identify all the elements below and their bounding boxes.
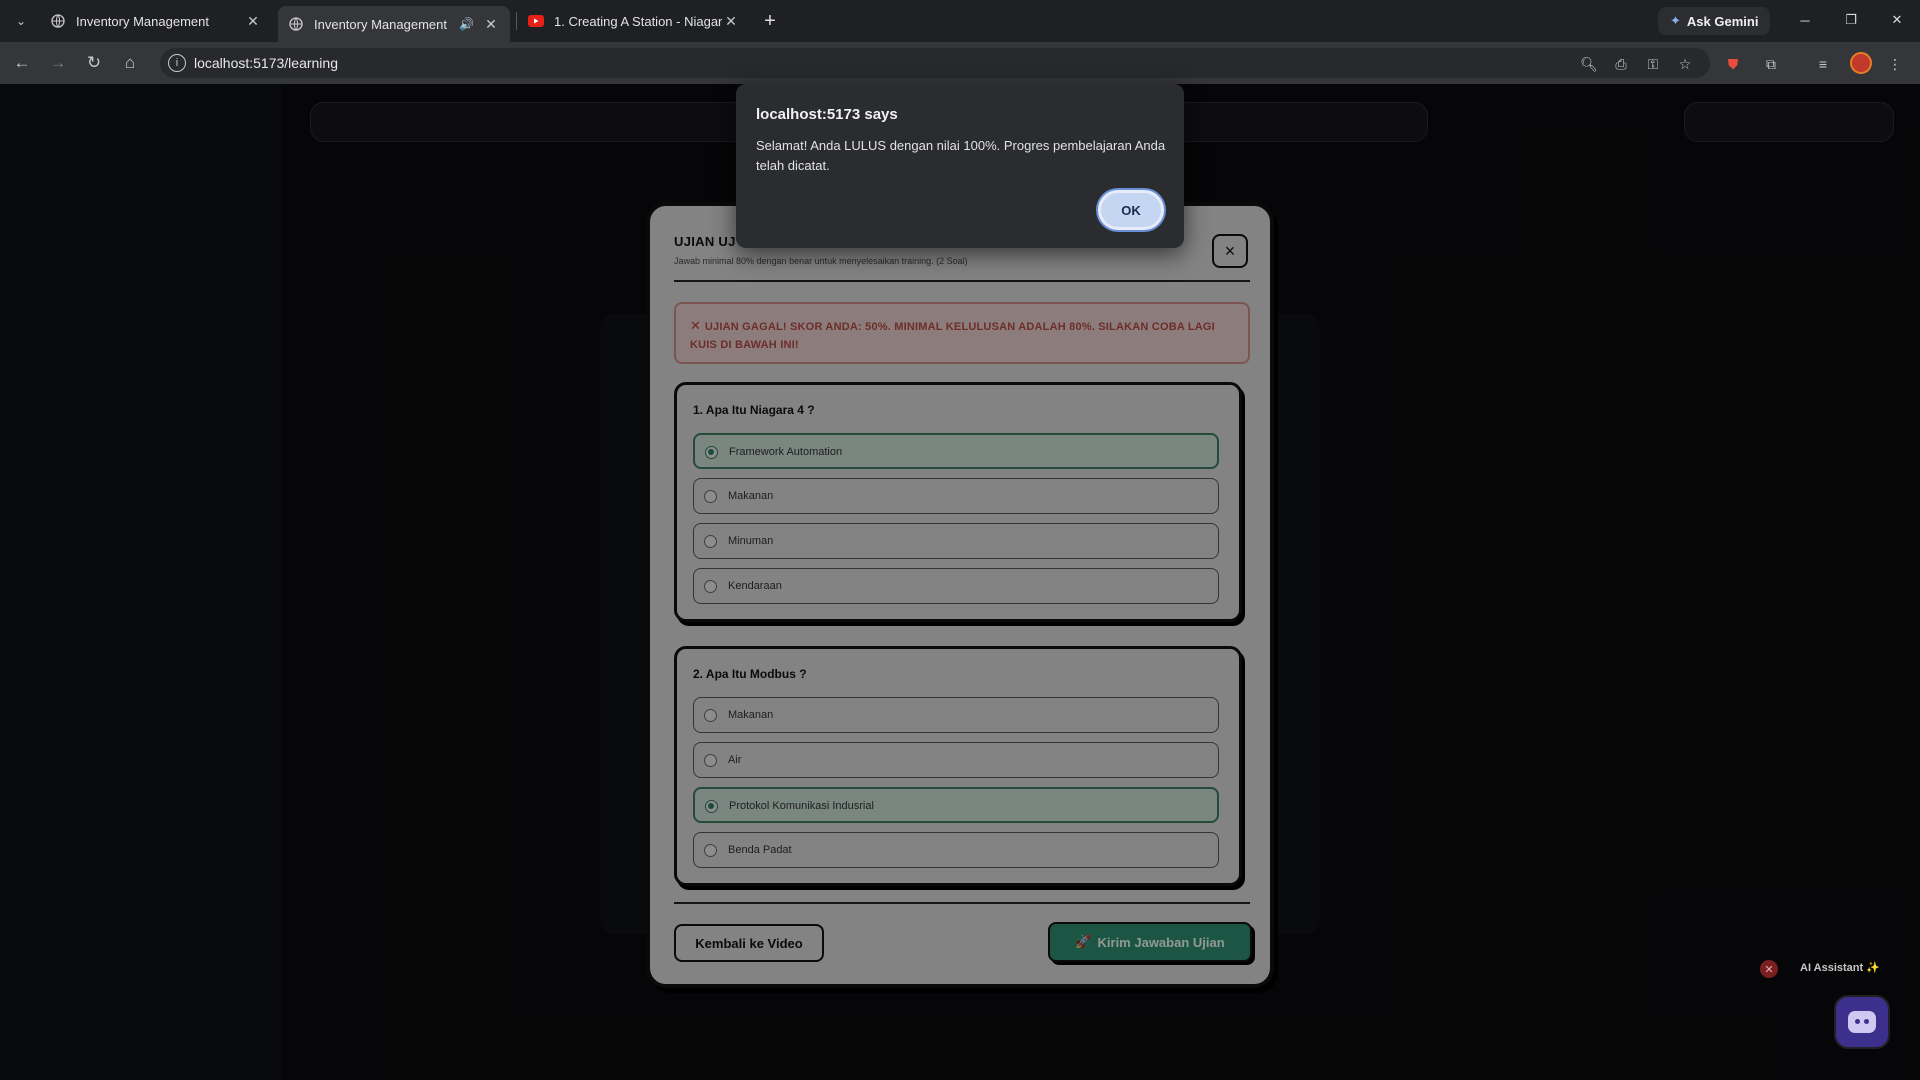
answer-option-label: Kendaraan — [728, 580, 782, 592]
answer-option-label: Air — [728, 754, 742, 766]
browser-tab-strip: ⌄ Inventory Management ✕ Inventory Manag… — [0, 0, 1920, 42]
globe-icon — [50, 13, 66, 29]
answer-option[interactable]: Minuman — [693, 523, 1219, 559]
modal-title: UJIAN UJ — [674, 234, 736, 249]
answer-option[interactable]: Makanan — [693, 697, 1219, 733]
tab-close-icon[interactable]: ✕ — [482, 15, 500, 33]
modal-close-button[interactable]: × — [1212, 234, 1248, 268]
ask-gemini-button[interactable]: ✦ Ask Gemini — [1658, 7, 1771, 35]
profile-avatar[interactable] — [1850, 52, 1872, 74]
answer-option-label: Protokol Komunikasi Indusrial — [729, 800, 874, 812]
globe-icon — [288, 16, 304, 32]
robot-icon — [1848, 1011, 1876, 1033]
assistant-label: AI Assistant ✨ — [1800, 962, 1880, 974]
gemini-sparkle-icon: ✦ — [1670, 13, 1681, 28]
extensions-puzzle-icon[interactable]: ⧉ — [1760, 53, 1782, 75]
question-title: 2. Apa Itu Modbus ? — [693, 667, 807, 681]
submit-exam-button[interactable]: 🚀 Kirim Jawaban Ujian — [1048, 922, 1252, 962]
answer-option-label: Minuman — [728, 535, 774, 547]
tab-youtube[interactable]: 1. Creating A Station - Niagara 4 ✕ — [518, 6, 750, 36]
minimize-icon[interactable]: ─ — [1790, 8, 1820, 32]
browser-alert-dialog: localhost:5173 says Selamat! Anda LULUS … — [736, 84, 1184, 248]
fail-x-icon: ✕ — [690, 318, 701, 333]
site-info-icon[interactable]: i — [168, 54, 186, 72]
browser-toolbar: ← → ↻ ⌂ i localhost:5173/learning 🔍︎ ⎙ ⚿… — [0, 42, 1920, 84]
password-key-icon[interactable]: ⚿ — [1642, 53, 1664, 75]
tab-separator — [516, 12, 517, 30]
assistant-robot-button[interactable] — [1834, 995, 1890, 1049]
radio-button[interactable] — [704, 580, 717, 593]
question-card-1: 1. Apa Itu Niagara 4 ? Framework Automat… — [674, 382, 1242, 622]
tab-title: Inventory Management — [76, 13, 209, 29]
answer-option[interactable]: Air — [693, 742, 1219, 778]
answer-option[interactable]: Makanan — [693, 478, 1219, 514]
radio-button[interactable] — [704, 754, 717, 767]
tab-inventory-2-active[interactable]: Inventory Management 🔊 ✕ — [278, 6, 510, 42]
divider — [674, 280, 1250, 282]
back-to-video-button[interactable]: Kembali ke Video — [674, 924, 824, 962]
answer-option-label: Benda Padat — [728, 844, 792, 856]
answer-option-label: Makanan — [728, 709, 774, 721]
ask-gemini-label: Ask Gemini — [1686, 13, 1759, 29]
install-app-icon[interactable]: ⎙ — [1610, 53, 1632, 75]
tab-search-chevron-icon[interactable]: ⌄ — [10, 10, 32, 32]
reload-icon[interactable]: ↻ — [82, 51, 106, 75]
tab-close-icon[interactable]: ✕ — [722, 12, 740, 30]
window-close-icon[interactable]: ✕ — [1882, 8, 1912, 32]
question-title: 1. Apa Itu Niagara 4 ? — [693, 403, 815, 417]
tab-title: Inventory Management — [314, 16, 447, 32]
exam-modal: UJIAN UJ Jawab minimal 80% dengan benar … — [646, 202, 1274, 988]
app-header-right — [1684, 102, 1894, 142]
assistant-dismiss-icon[interactable]: ✕ — [1760, 960, 1778, 978]
restore-icon[interactable]: ❐ — [1836, 8, 1866, 32]
radio-button[interactable] — [704, 490, 717, 503]
tab-inventory-1[interactable]: Inventory Management ✕ — [40, 6, 272, 36]
url-text: localhost:5173/learning — [194, 55, 338, 71]
media-queue-icon[interactable]: ≡ — [1812, 53, 1834, 75]
radio-button[interactable] — [705, 446, 718, 459]
radio-button[interactable] — [704, 535, 717, 548]
address-bar[interactable]: i localhost:5173/learning — [160, 48, 1710, 78]
extension-shield-icon[interactable]: ⛊ — [1722, 53, 1744, 75]
radio-button[interactable] — [704, 709, 717, 722]
app-sidebar — [0, 84, 282, 1080]
answer-option-label: Framework Automation — [729, 446, 843, 458]
forward-arrow-icon[interactable]: → — [46, 51, 70, 75]
tab-close-icon[interactable]: ✕ — [244, 12, 262, 30]
alert-message: Selamat! Anda LULUS dengan nilai 100%. P… — [756, 138, 1166, 173]
zoom-icon[interactable]: 🔍︎ — [1578, 53, 1600, 75]
alert-ok-button[interactable]: OK — [1098, 190, 1164, 230]
modal-subtitle: Jawab minimal 80% dengan benar untuk men… — [674, 256, 968, 266]
back-arrow-icon[interactable]: ← — [10, 51, 34, 75]
kebab-menu-icon[interactable]: ⋮ — [1884, 53, 1906, 75]
radio-button[interactable] — [705, 800, 718, 813]
fail-alert-banner: ✕ UJIAN GAGAL! SKOR ANDA: 50%. MINIMAL KE… — [674, 302, 1250, 364]
submit-exam-label: Kirim Jawaban Ujian — [1097, 934, 1225, 950]
answer-option[interactable]: Kendaraan — [693, 568, 1219, 604]
tab-title: 1. Creating A Station - Niagara 4 — [554, 13, 722, 29]
question-card-2: 2. Apa Itu Modbus ? Makanan Air Protokol… — [674, 646, 1242, 886]
youtube-icon — [528, 13, 544, 29]
fail-alert-text: UJIAN GAGAL! SKOR ANDA: 50%. MINIMAL KEL… — [690, 321, 1215, 351]
bookmark-star-icon[interactable]: ☆ — [1674, 53, 1696, 75]
rocket-icon: 🚀 — [1075, 934, 1092, 949]
answer-option[interactable]: Framework Automation — [693, 433, 1219, 469]
alert-title: localhost:5173 says — [756, 106, 898, 123]
answer-option-label: Makanan — [728, 490, 774, 502]
answer-option[interactable]: Benda Padat — [693, 832, 1219, 868]
radio-button[interactable] — [704, 844, 717, 857]
new-tab-plus-icon[interactable]: + — [758, 9, 782, 33]
answer-option[interactable]: Protokol Komunikasi Indusrial — [693, 787, 1219, 823]
divider — [674, 902, 1250, 904]
home-icon[interactable]: ⌂ — [118, 51, 142, 75]
speaker-icon[interactable]: 🔊 — [459, 17, 474, 31]
